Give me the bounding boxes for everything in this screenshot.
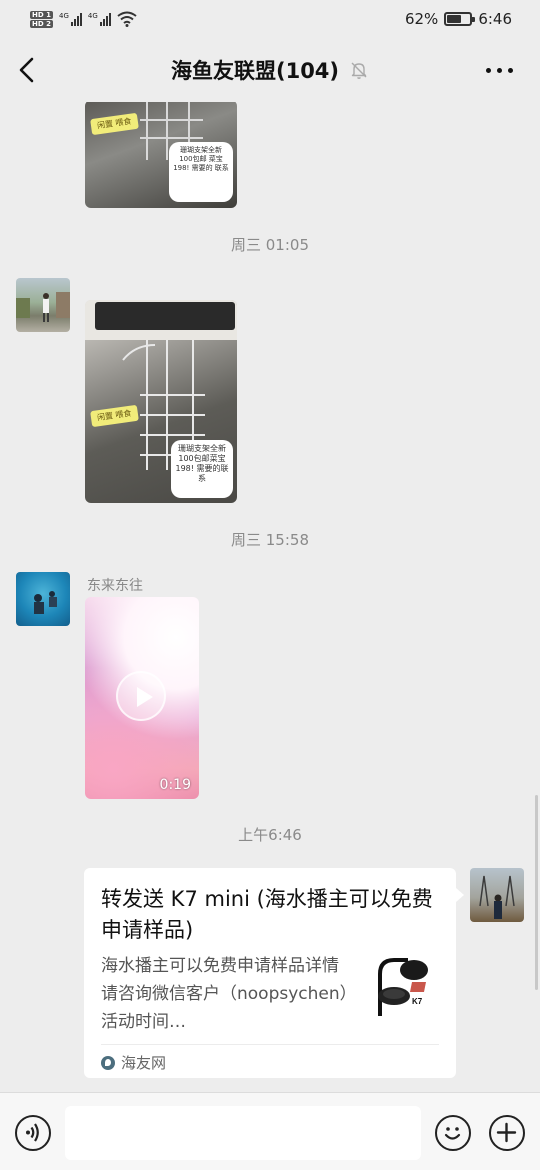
signal-2-icon: 4G	[88, 12, 111, 26]
input-bar	[0, 1092, 540, 1170]
status-right: 62% 6:46	[405, 10, 512, 28]
network-2-label: 4G	[87, 12, 98, 20]
avatar-photo-2	[34, 591, 57, 614]
link-source: 海友网	[101, 1052, 166, 1073]
status-bar: HD 1 HD 2 4G 4G 62% 6:46	[0, 0, 540, 38]
image-message-2[interactable]: 闲置 喂食 珊瑚支架全新100包邮菜宝198! 需要的联系	[85, 300, 237, 503]
image-note: 珊瑚支架全新 100包邮 菜宝 198! 需要的 联系	[169, 142, 233, 202]
title-group: 海鱼友联盟(104)	[171, 55, 369, 85]
voice-icon[interactable]	[15, 1115, 51, 1151]
signal-1-icon: 4G	[59, 12, 82, 26]
battery-fill	[447, 15, 461, 23]
avatar-member-1[interactable]	[16, 278, 70, 332]
link-divider	[101, 1044, 439, 1045]
link-title: 转发送 K7 mini (海水播主可以免费申请样品)	[101, 887, 433, 942]
clock: 6:46	[478, 10, 512, 28]
avatar-member-2[interactable]	[16, 572, 70, 626]
link-card-message[interactable]: 转发送 K7 mini (海水播主可以免费申请样品) 海水播主可以免费申请样品详…	[84, 868, 464, 1078]
play-icon[interactable]	[116, 671, 166, 721]
message-list[interactable]: 闲置 喂食 珊瑚支架全新 100包邮 菜宝 198! 需要的 联系 周三 01:…	[0, 102, 540, 1092]
battery-icon	[444, 12, 476, 26]
bell-off-icon	[351, 62, 367, 79]
more-dots-icon[interactable]	[486, 62, 516, 78]
timestamp-3: 上午6:46	[238, 826, 302, 844]
timestamp-1: 周三 01:05	[231, 236, 309, 254]
product-thumbnail: K7	[368, 954, 440, 1026]
source-name: 海友网	[121, 1054, 167, 1072]
plus-icon[interactable]	[489, 1115, 525, 1151]
battery-percent: 62%	[404, 10, 439, 28]
video-duration: 0:19	[159, 777, 191, 793]
wifi-icon	[117, 11, 137, 27]
source-logo-icon	[101, 1055, 115, 1070]
chevron-left-icon[interactable]	[14, 54, 42, 86]
network-1-label: 4G	[58, 12, 69, 20]
timestamp-2: 周三 15:58	[231, 531, 309, 549]
chat-title[interactable]: 海鱼友联盟(104)	[171, 55, 339, 85]
status-left: HD 1 HD 2 4G 4G	[30, 10, 137, 28]
hd2-badge: HD 2	[30, 19, 53, 28]
sender-name: 东来东往	[87, 578, 143, 594]
avatar-photo-self	[479, 875, 515, 919]
avatar-photo-1	[16, 292, 70, 322]
message-input[interactable]	[65, 1106, 421, 1160]
scrollbar[interactable]	[535, 795, 538, 990]
link-description: 海水播主可以免费申请样品详情请咨询微信客户（noopsychen）活动时间…	[101, 956, 349, 1032]
hd-badges: HD 1 HD 2	[30, 10, 53, 28]
chat-header: 海鱼友联盟(104)	[0, 38, 540, 102]
image-message-1[interactable]: 闲置 喂食 珊瑚支架全新 100包邮 菜宝 198! 需要的 联系	[85, 102, 237, 208]
emoji-icon[interactable]	[435, 1115, 471, 1151]
avatar-self[interactable]	[470, 868, 524, 922]
hd1-badge: HD 1	[30, 10, 53, 19]
image-note: 珊瑚支架全新100包邮菜宝198! 需要的联系	[171, 440, 233, 498]
thumb-label: K7	[412, 997, 423, 1006]
video-message[interactable]: 0:19	[85, 597, 199, 799]
k7-lamp-thumbnail: K7	[378, 958, 428, 1016]
